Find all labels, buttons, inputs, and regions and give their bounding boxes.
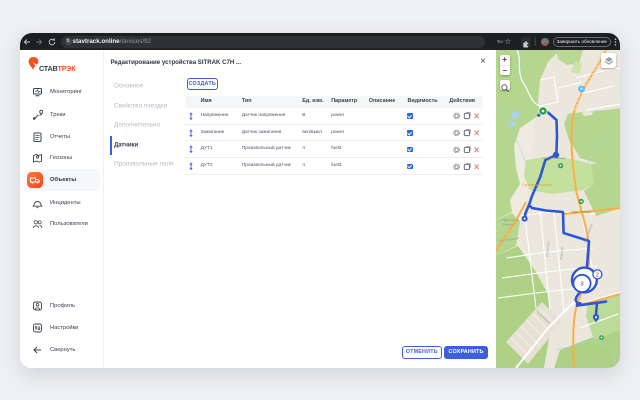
svg-text:России: России	[503, 223, 513, 227]
svg-text:СТАВ: СТАВ	[39, 64, 58, 73]
svg-text:ТРЭК: ТРЭК	[58, 64, 77, 73]
svg-text:3: 3	[580, 282, 583, 288]
svg-text:парк Победы: парк Победы	[571, 210, 592, 214]
svg-text:Промышленный: Промышленный	[522, 182, 552, 187]
svg-text:2: 2	[596, 273, 599, 279]
svg-text:сквер Тобольцев: сквер Тобольцев	[542, 156, 566, 160]
svg-text:сквер Героев: сквер Героев	[501, 218, 520, 222]
